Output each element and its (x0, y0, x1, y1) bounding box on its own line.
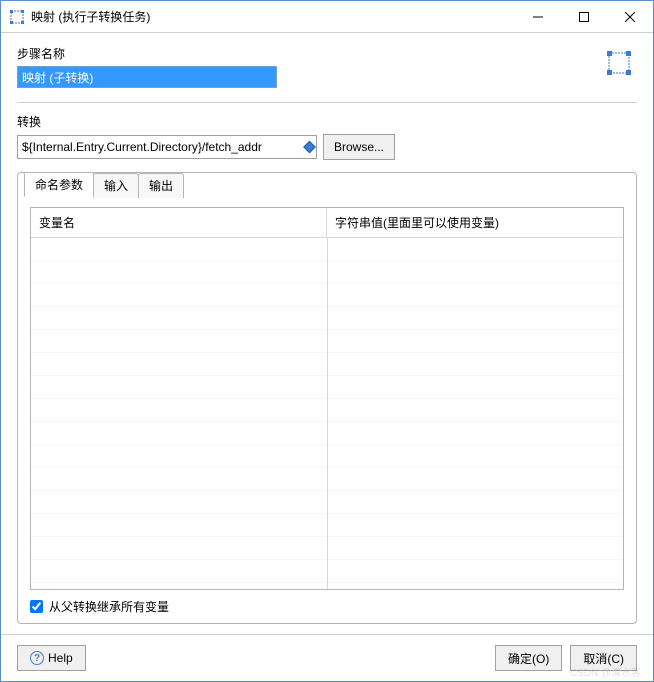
dialog-footer: ? Help 确定(O) 取消(C) (1, 634, 653, 681)
step-name-input[interactable] (17, 66, 277, 88)
help-label: Help (48, 651, 73, 665)
maximize-button[interactable] (561, 1, 607, 32)
cancel-button[interactable]: 取消(C) (570, 645, 637, 671)
inherit-label: 从父转换继承所有变量 (49, 598, 169, 615)
app-icon (9, 9, 25, 25)
inherit-checkbox[interactable] (30, 600, 43, 613)
minimize-button[interactable] (515, 1, 561, 32)
help-button[interactable]: ? Help (17, 645, 86, 671)
column-header-string-value: 字符串值(里面里可以使用变量) (327, 208, 623, 237)
divider (17, 102, 637, 103)
transform-path-input[interactable] (17, 135, 317, 159)
column-header-var-name: 变量名 (31, 208, 327, 237)
titlebar: 映射 (执行子转换任务) (1, 1, 653, 33)
help-icon: ? (30, 651, 44, 665)
tab-input[interactable]: 输入 (93, 173, 139, 198)
dialog-window: 映射 (执行子转换任务) 步骤名称 (0, 0, 654, 682)
tab-output[interactable]: 输出 (138, 173, 184, 198)
mapping-icon (605, 49, 633, 80)
tab-strip: 命名参数 输入 输出 (24, 172, 183, 197)
tab-named-params[interactable]: 命名参数 (24, 172, 94, 197)
tabs-container: 命名参数 输入 输出 变量名 字符串值(里面里可以使用变量) 从父转换继承所有变… (17, 172, 637, 624)
step-name-row: 步骤名称 (17, 45, 637, 88)
transform-label: 转换 (17, 113, 637, 130)
window-title: 映射 (执行子转换任务) (31, 8, 150, 25)
params-table[interactable]: 变量名 字符串值(里面里可以使用变量) (30, 207, 624, 590)
window-controls (515, 1, 653, 32)
browse-button[interactable]: Browse... (323, 134, 395, 160)
inherit-checkbox-row[interactable]: 从父转换继承所有变量 (30, 598, 624, 615)
transform-row: Browse... (17, 134, 637, 160)
ok-button[interactable]: 确定(O) (495, 645, 562, 671)
tab-body: 变量名 字符串值(里面里可以使用变量) 从父转换继承所有变量 (18, 197, 636, 623)
dialog-content: 步骤名称 转换 Browse... (1, 33, 653, 634)
close-button[interactable] (607, 1, 653, 32)
step-name-label: 步骤名称 (17, 45, 605, 62)
table-body[interactable] (31, 238, 623, 589)
table-header: 变量名 字符串值(里面里可以使用变量) (31, 208, 623, 238)
